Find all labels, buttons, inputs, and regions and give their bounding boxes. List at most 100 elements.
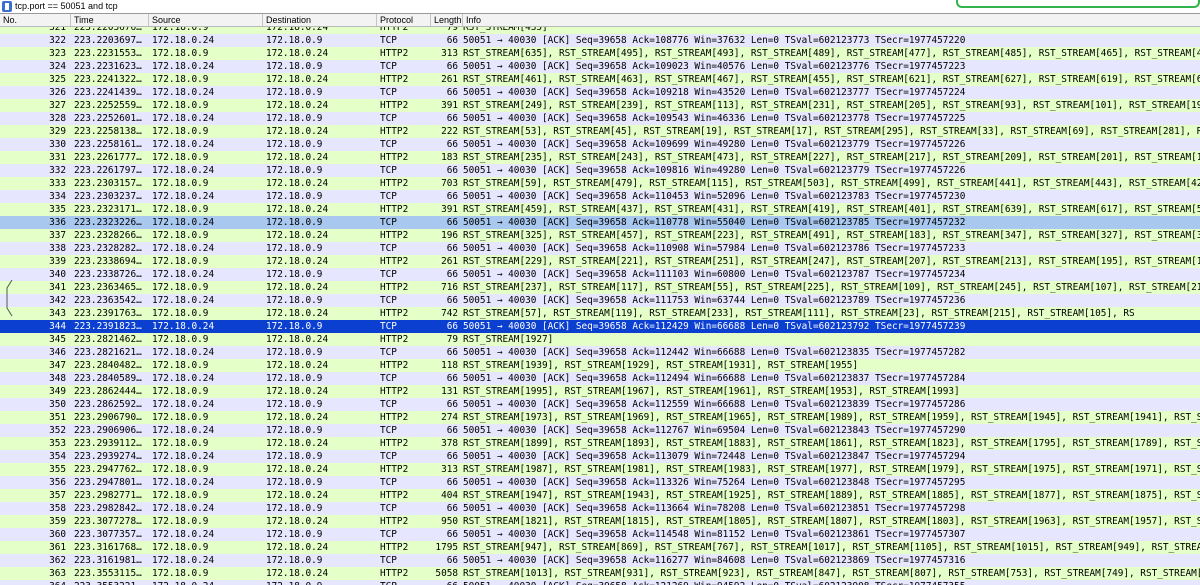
packet-row[interactable]: 339 223.2338694… 172.18.0.9 172.18.0.24 HTTP…	[0, 255, 1200, 268]
packet-row[interactable]: 346 223.2821621… 172.18.0.24 172.18.0.9 TCP 6…	[0, 346, 1200, 359]
packet-row[interactable]: 326 223.2241439… 172.18.0.24 172.18.0.9 TCP 6…	[0, 86, 1200, 99]
packet-protocol: HTTP2	[380, 204, 409, 215]
packet-info: RST_STREAM[1821], RST_STREAM[1815], RST_…	[463, 516, 1200, 527]
packet-no: 323	[49, 48, 66, 59]
packet-source: 172.18.0.9	[152, 230, 209, 241]
column-header-time[interactable]: Time	[70, 14, 148, 26]
packet-length: 66	[446, 503, 458, 514]
packet-time: 223.2252601…	[74, 113, 142, 124]
packet-row[interactable]: 345 223.2821462… 172.18.0.9 172.18.0.24 HTTP…	[0, 333, 1200, 346]
packet-source: 172.18.0.24	[152, 165, 215, 176]
packet-row[interactable]: 340 223.2338726… 172.18.0.24 172.18.0.9 TCP 6…	[0, 268, 1200, 281]
bookmark-icon[interactable]	[2, 1, 12, 12]
packet-no: 339	[49, 256, 66, 267]
packet-row[interactable]: 343 223.2391763… 172.18.0.9 172.18.0.24 HTTP…	[0, 307, 1200, 320]
packet-destination: 172.18.0.24	[266, 74, 329, 85]
packet-length: 391	[441, 100, 458, 111]
packet-row[interactable]: 355 223.2947762… 172.18.0.9 172.18.0.24 HTTP…	[0, 463, 1200, 476]
packet-row[interactable]: 363 223.3553115… 172.18.0.9 172.18.0.24 HTTP…	[0, 567, 1200, 580]
display-filter-input[interactable]: tcp.port == 50051 and tcp	[15, 0, 118, 13]
packet-time: 223.3553221…	[74, 580, 148, 585]
packet-info: 50051 → 40030 [ACK] Seq=39658 Ack=113664…	[463, 503, 966, 514]
packet-destination: 172.18.0.24	[266, 438, 329, 449]
filter-valid-indicator	[956, 0, 1200, 8]
packet-row[interactable]: 336 223.2323226… 172.18.0.24 172.18.0.9 TCP 6…	[0, 216, 1200, 229]
packet-destination: 172.18.0.24	[266, 386, 329, 397]
packet-no: 344	[49, 321, 66, 332]
packet-info: RST_STREAM[1939], RST_STREAM[1929], RST_…	[463, 360, 859, 371]
packet-protocol: HTTP2	[380, 256, 409, 267]
column-header-destination[interactable]: Destination	[262, 14, 376, 26]
packet-row[interactable]: 349 223.2862444… 172.18.0.9 172.18.0.24 HTTP…	[0, 385, 1200, 398]
column-header-protocol[interactable]: Protocol	[376, 14, 430, 26]
packet-length: 66	[446, 217, 458, 228]
packet-row[interactable]: 325 223.2241322… 172.18.0.9 172.18.0.24 HTTP…	[0, 73, 1200, 86]
packet-protocol: HTTP2	[380, 48, 409, 59]
packet-row[interactable]: 331 223.2261777… 172.18.0.9 172.18.0.24 HTTP…	[0, 151, 1200, 164]
packet-info: RST_STREAM[1987], RST_STREAM[1981], RST_…	[463, 464, 1200, 475]
packet-row[interactable]: 337 223.2328266… 172.18.0.9 172.18.0.24 HTTP…	[0, 229, 1200, 242]
packet-info: 50051 → 40030 [ACK] Seq=39658 Ack=111103…	[463, 269, 966, 280]
packet-row[interactable]: 332 223.2261797… 172.18.0.24 172.18.0.9 TCP 6…	[0, 164, 1200, 177]
packet-time: 223.2231623…	[74, 61, 142, 72]
packet-row[interactable]: 327 223.2252559… 172.18.0.9 172.18.0.24 HTTP…	[0, 99, 1200, 112]
packet-protocol: HTTP2	[380, 438, 409, 449]
packet-row[interactable]: 344 223.2391823… 172.18.0.24 172.18.0.9 TCP 6…	[0, 320, 1200, 333]
packet-row[interactable]: 353 223.2939112… 172.18.0.9 172.18.0.24 HTTP…	[0, 437, 1200, 450]
packet-row[interactable]: 341 223.2363465… 172.18.0.9 172.18.0.24 HTTP…	[0, 281, 1200, 294]
packet-row[interactable]: 361 223.3161768… 172.18.0.9 172.18.0.24 HTTP…	[0, 541, 1200, 554]
packet-protocol: TCP	[380, 295, 397, 306]
packet-protocol: HTTP2	[380, 230, 409, 241]
packet-info: RST_STREAM[1927]	[463, 334, 554, 345]
packet-row[interactable]: 357 223.2982771… 172.18.0.9 172.18.0.24 HTTP…	[0, 489, 1200, 502]
packet-row[interactable]: 352 223.2906906… 172.18.0.24 172.18.0.9 TCP 6…	[0, 424, 1200, 437]
packet-destination: 172.18.0.9	[266, 269, 323, 280]
packet-row[interactable]: 354 223.2939274… 172.18.0.24 172.18.0.9 TCP 6…	[0, 450, 1200, 463]
column-header-no[interactable]: No.	[0, 14, 70, 26]
packet-length: 66	[446, 373, 458, 384]
packet-no: 331	[49, 152, 66, 163]
packet-no: 343	[49, 308, 66, 319]
packet-row[interactable]: 330 223.2258161… 172.18.0.24 172.18.0.9 TCP 6…	[0, 138, 1200, 151]
packet-row[interactable]: 362 223.3161981… 172.18.0.24 172.18.0.9 TCP 6…	[0, 554, 1200, 567]
packet-source: 172.18.0.9	[152, 386, 209, 397]
packet-row[interactable]: 324 223.2231623… 172.18.0.24 172.18.0.9 TCP 6…	[0, 60, 1200, 73]
packet-row[interactable]: 334 223.2303237… 172.18.0.24 172.18.0.9 TCP 6…	[0, 190, 1200, 203]
packet-row[interactable]: 359 223.3077278… 172.18.0.9 172.18.0.24 HTTP…	[0, 515, 1200, 528]
packet-row[interactable]: 364 223.3553221… 172.18.0.24 172.18.0.9 TCP6…	[0, 580, 1200, 585]
packet-source: 172.18.0.24	[152, 139, 215, 150]
packet-info: 50051 → 40030 [ACK] Seq=39658 Ack=109023…	[463, 61, 966, 72]
packet-row[interactable]: 342 223.2363542… 172.18.0.24 172.18.0.9 TCP 6…	[0, 294, 1200, 307]
column-header-length[interactable]: Length	[430, 14, 462, 26]
packet-destination: 172.18.0.24	[266, 204, 329, 215]
packet-row[interactable]: 351 223.2906790… 172.18.0.9 172.18.0.24 HTTP…	[0, 411, 1200, 424]
packet-row[interactable]: 360 223.3077357… 172.18.0.24 172.18.0.9 TCP 6…	[0, 528, 1200, 541]
packet-no: 349	[49, 386, 66, 397]
packet-row[interactable]: 347 223.2840482… 172.18.0.9 172.18.0.24 HTTP…	[0, 359, 1200, 372]
packet-row[interactable]: 356 223.2947801… 172.18.0.24 172.18.0.9 TCP 6…	[0, 476, 1200, 489]
packet-row[interactable]: 348 223.2840589… 172.18.0.24 172.18.0.9 TCP 6…	[0, 372, 1200, 385]
packet-time: 223.2328266…	[74, 230, 142, 241]
packet-time: 223.2939112…	[74, 438, 142, 449]
packet-row[interactable]: 321 223.2203676… 172.18.0.9 172.18.0.24 HTTP…	[0, 27, 1200, 34]
column-header-info[interactable]: Info	[462, 14, 1200, 26]
packet-row[interactable]: 323 223.2231553… 172.18.0.9 172.18.0.24 HTTP…	[0, 47, 1200, 60]
packet-info: RST_STREAM[229], RST_STREAM[221], RST_ST…	[463, 256, 1200, 267]
packet-source: 172.18.0.24	[152, 425, 215, 436]
packet-row[interactable]: 328 223.2252601… 172.18.0.24 172.18.0.9 TCP 6…	[0, 112, 1200, 125]
packet-row[interactable]: 333 223.2303157… 172.18.0.9 172.18.0.24 HTTP…	[0, 177, 1200, 190]
packet-row[interactable]: 358 223.2982842… 172.18.0.24 172.18.0.9 TCP 6…	[0, 502, 1200, 515]
packet-source: 172.18.0.9	[152, 490, 209, 501]
packet-destination: 172.18.0.9	[266, 555, 323, 566]
packet-info: 50051 → 40030 [ACK] Seq=39658 Ack=113079…	[463, 451, 966, 462]
packet-no: 355	[49, 464, 66, 475]
packet-destination: 172.18.0.9	[266, 373, 323, 384]
packet-row[interactable]: 329 223.2258138… 172.18.0.9 172.18.0.24 HTTP…	[0, 125, 1200, 138]
packet-row[interactable]: 338 223.2328282… 172.18.0.24 172.18.0.9 TCP 6…	[0, 242, 1200, 255]
packet-row[interactable]: 350 223.2862592… 172.18.0.24 172.18.0.9 TCP 6…	[0, 398, 1200, 411]
packet-source: 172.18.0.9	[152, 568, 209, 579]
packet-row[interactable]: 322 223.2203697… 172.18.0.24 172.18.0.9 TCP 6…	[0, 34, 1200, 47]
packet-no: 354	[49, 451, 66, 462]
packet-row[interactable]: 335 223.2323171… 172.18.0.9 172.18.0.24 HTTP…	[0, 203, 1200, 216]
column-header-source[interactable]: Source	[148, 14, 262, 26]
